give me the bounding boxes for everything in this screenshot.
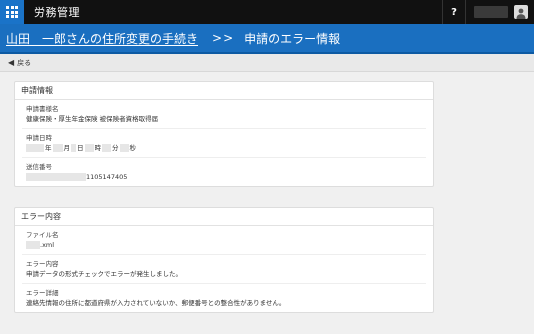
breadcrumb-separator: >> bbox=[212, 31, 235, 45]
help-button[interactable]: ? bbox=[442, 0, 466, 24]
send-number-field: 送信番号 1105147405 bbox=[22, 158, 426, 186]
form-name-field: 申請書様名 健康保険・厚生年金保険 被保険者資格取得届 bbox=[22, 100, 426, 129]
breadcrumb-procedure-link[interactable]: 山田 一郎さんの住所変更の手続き bbox=[6, 30, 198, 47]
field-value: 申請データの形式チェックでエラーが発生しました。 bbox=[26, 270, 182, 278]
page-title: 申請のエラー情報 bbox=[244, 31, 341, 46]
back-button[interactable]: ◀ 戻る bbox=[8, 58, 31, 68]
user-avatar-icon bbox=[514, 5, 528, 19]
back-label: 戻る bbox=[17, 58, 32, 67]
masked-value bbox=[52, 144, 63, 152]
masked-value bbox=[102, 144, 111, 152]
field-label: エラー詳細 bbox=[26, 289, 59, 297]
panel-title: 申請情報 bbox=[15, 82, 433, 100]
error-detail-field: エラー詳細 連絡先情報の住所に都道府県が入力されていないか、郵便番号との整合性が… bbox=[22, 284, 426, 312]
field-label: ファイル名 bbox=[26, 231, 59, 239]
datetime-field: 申請日時 年 月 日 時 分 秒 bbox=[22, 129, 426, 158]
field-label: 送信番号 bbox=[26, 163, 52, 171]
masked-value bbox=[119, 144, 129, 152]
app-launcher-button[interactable] bbox=[0, 0, 24, 24]
back-bar: ◀ 戻る bbox=[0, 54, 534, 72]
user-name-masked bbox=[474, 6, 508, 18]
masked-value bbox=[84, 144, 94, 152]
application-info-panel: 申請情報 申請書様名 健康保険・厚生年金保険 被保険者資格取得届 申請日時 年 … bbox=[14, 81, 434, 187]
field-label: 申請日時 bbox=[26, 134, 52, 142]
masked-value bbox=[71, 144, 76, 152]
masked-value bbox=[26, 173, 86, 181]
error-content-field: エラー内容 申請データの形式チェックでエラーが発生しました。 bbox=[22, 255, 426, 284]
app-title: 労務管理 bbox=[34, 6, 80, 19]
masked-value bbox=[26, 241, 40, 249]
field-value: 健康保険・厚生年金保険 被保険者資格取得届 bbox=[26, 115, 159, 123]
send-number-value: 1105147405 bbox=[86, 173, 128, 181]
datetime-value: 年 月 日 時 分 秒 bbox=[26, 143, 422, 153]
help-icon: ? bbox=[451, 6, 457, 18]
field-label: エラー内容 bbox=[26, 260, 59, 268]
arrow-left-icon: ◀ bbox=[8, 58, 15, 67]
file-name-field: ファイル名 .xml bbox=[22, 226, 426, 255]
panel-title: エラー内容 bbox=[15, 208, 433, 226]
top-app-bar: 労務管理 ? bbox=[0, 0, 534, 24]
grid-icon bbox=[6, 6, 18, 18]
user-menu[interactable] bbox=[466, 5, 534, 19]
field-value: 連絡先情報の住所に都道府県が入力されていないか、郵便番号との整合性がありません。 bbox=[26, 299, 286, 307]
page-header: 山田 一郎さんの住所変更の手続き >> 申請のエラー情報 bbox=[0, 24, 534, 54]
file-name-value: .xml bbox=[40, 241, 55, 249]
error-info-panel: エラー内容 ファイル名 .xml エラー内容 申請データの形式チェックでエラーが… bbox=[14, 207, 434, 313]
masked-value bbox=[26, 144, 44, 152]
field-label: 申請書様名 bbox=[26, 105, 59, 113]
